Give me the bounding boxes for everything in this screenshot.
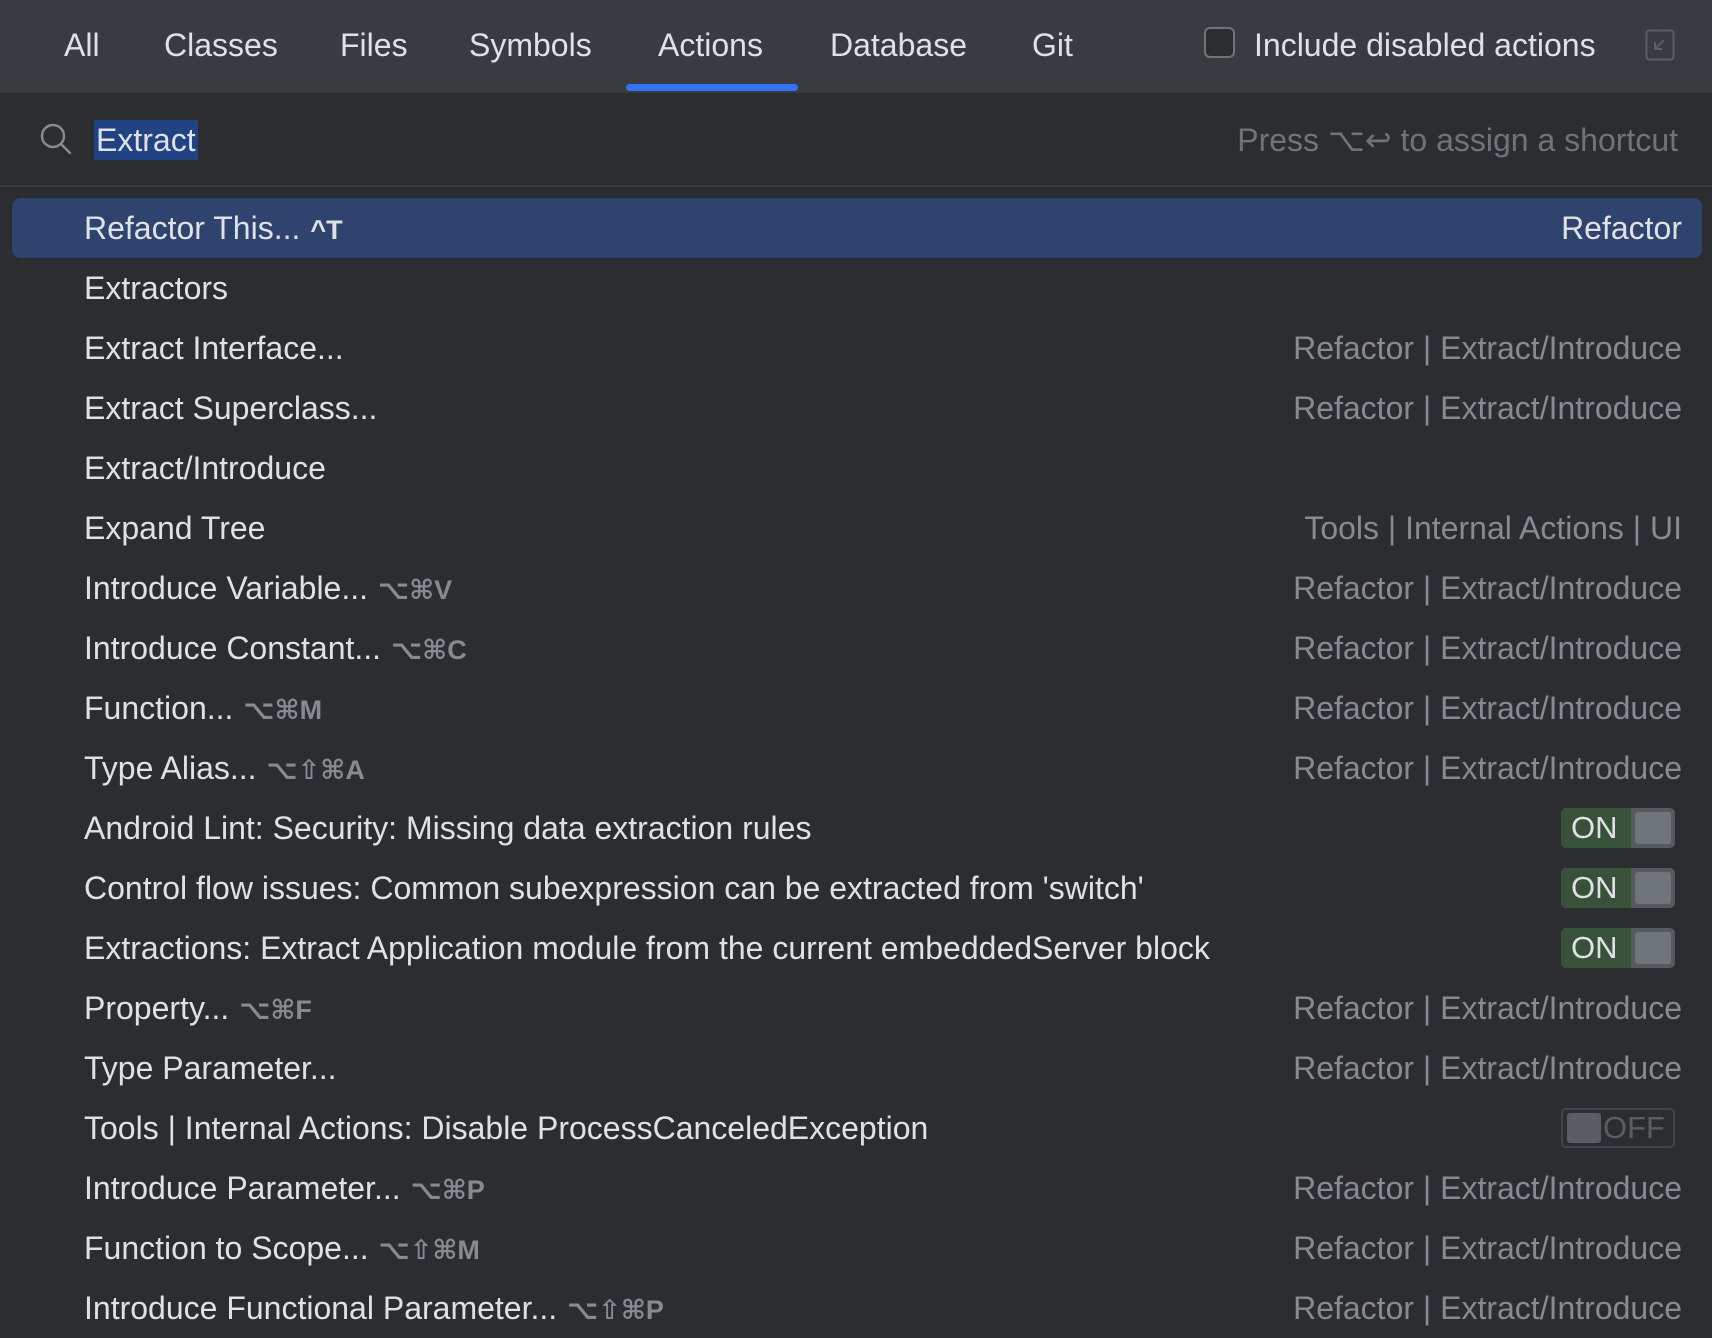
action-location: Refactor | Extract/Introduce xyxy=(1293,570,1682,606)
action-name: Extractors xyxy=(84,270,229,306)
tab-classes[interactable]: Classes xyxy=(164,0,278,93)
action-shortcut: ⌥⇧⌘A xyxy=(266,755,365,785)
list-item[interactable]: Extract Superclass... Refactor | Extract… xyxy=(12,378,1702,438)
action-name: Extract/Introduce xyxy=(84,450,326,486)
list-item[interactable]: Introduce Functional Parameter... ⌥⇧⌘P Re… xyxy=(12,1278,1702,1338)
option-toggle[interactable]: ON xyxy=(1561,868,1675,908)
action-shortcut: ⌥⌘M xyxy=(243,695,323,725)
list-item[interactable]: Control flow issues: Common subexpressio… xyxy=(12,858,1702,918)
active-tab-indicator xyxy=(626,84,798,91)
list-item[interactable]: Expand Tree Tools | Internal Actions | U… xyxy=(12,498,1702,558)
tab-all[interactable]: All xyxy=(64,0,100,93)
search-everywhere-popup: All Classes Files Symbols Actions Databa… xyxy=(0,0,1712,1338)
toggle-state: OFF xyxy=(1603,1110,1665,1145)
include-disabled-label[interactable]: Include disabled actions xyxy=(1254,0,1596,90)
tab-database[interactable]: Database xyxy=(830,0,967,93)
list-item[interactable]: Extractions: Extract Application module … xyxy=(12,918,1702,978)
action-shortcut: ⌥⇧⌘M xyxy=(378,1235,480,1265)
search-input[interactable]: Extract xyxy=(94,120,198,160)
action-location: Refactor | Extract/Introduce xyxy=(1293,750,1682,786)
tab-files[interactable]: Files xyxy=(340,0,408,93)
action-location: Refactor | Extract/Introduce xyxy=(1293,990,1682,1026)
action-name: Extractions: Extract Application module … xyxy=(84,930,1210,966)
list-item[interactable]: Function to Scope... ⌥⇧⌘M Refactor | Extr… xyxy=(12,1218,1702,1278)
action-shortcut: ⌥⌘F xyxy=(239,995,312,1025)
list-item[interactable]: Introduce Parameter... ⌥⌘P Refactor | Ext… xyxy=(12,1158,1702,1218)
action-location: Refactor | Extract/Introduce xyxy=(1293,1290,1682,1326)
list-item[interactable]: Tools | Internal Actions: Disable Proces… xyxy=(12,1098,1702,1158)
list-item[interactable]: Extractors xyxy=(12,258,1702,318)
action-shortcut: ⌥⇧⌘P xyxy=(567,1295,664,1325)
toggle-knob xyxy=(1567,1113,1601,1143)
action-shortcut: ⌥⌘P xyxy=(410,1175,485,1205)
list-item[interactable]: Android Lint: Security: Missing data ext… xyxy=(12,798,1702,858)
list-item[interactable]: Refactor This... ^T Refactor xyxy=(12,198,1702,258)
list-item[interactable]: Property... ⌥⌘F Refactor | Extract/Introd… xyxy=(12,978,1702,1038)
list-item[interactable]: Type Alias... ⌥⇧⌘A Refactor | Extract/Int… xyxy=(12,738,1702,798)
tab-git[interactable]: Git xyxy=(1032,0,1073,93)
list-item[interactable]: Introduce Variable... ⌥⌘V Refactor | Extr… xyxy=(12,558,1702,618)
option-toggle[interactable]: ON xyxy=(1561,928,1675,968)
toggle-knob xyxy=(1635,932,1671,964)
toggle-state: ON xyxy=(1561,808,1631,848)
tab-bar: All Classes Files Symbols Actions Databa… xyxy=(0,0,1712,93)
list-item[interactable]: Type Parameter... Refactor | Extract/Int… xyxy=(12,1038,1702,1098)
list-item[interactable]: Introduce Constant... ⌥⌘C Refactor | Extr… xyxy=(12,618,1702,678)
action-location: Refactor | Extract/Introduce xyxy=(1293,1230,1682,1266)
action-location: Refactor | Extract/Introduce xyxy=(1293,690,1682,726)
action-location: Refactor | Extract/Introduce xyxy=(1293,630,1682,666)
action-location: Refactor | Extract/Introduce xyxy=(1293,1170,1682,1206)
action-shortcut: ^T xyxy=(310,215,343,245)
tab-symbols[interactable]: Symbols xyxy=(469,0,592,93)
tab-actions[interactable]: Actions xyxy=(658,0,763,93)
shortcut-hint: Press ⌥↩ to assign a shortcut xyxy=(1237,122,1678,158)
action-name: Extract Superclass... xyxy=(84,390,378,426)
action-name: Introduce Parameter... ⌥⌘P xyxy=(84,1170,485,1206)
action-shortcut: ⌥⌘C xyxy=(391,635,467,665)
action-location: Refactor | Extract/Introduce xyxy=(1293,330,1682,366)
action-name: Introduce Functional Parameter... ⌥⇧⌘P xyxy=(84,1290,664,1326)
action-name: Tools | Internal Actions: Disable Proces… xyxy=(84,1110,929,1146)
list-item[interactable]: Function... ⌥⌘M Refactor | Extract/Introd… xyxy=(12,678,1702,738)
search-icon xyxy=(40,123,72,155)
action-name: Extract Interface... xyxy=(84,330,344,366)
action-name: Property... ⌥⌘F xyxy=(84,990,312,1026)
action-name: Type Parameter... xyxy=(84,1050,337,1086)
action-location: Refactor | Extract/Introduce xyxy=(1293,390,1682,426)
option-toggle[interactable]: OFF xyxy=(1561,1108,1675,1148)
option-toggle[interactable]: ON xyxy=(1561,808,1675,848)
open-in-tool-window-icon[interactable] xyxy=(1645,29,1675,61)
action-name: Function... ⌥⌘M xyxy=(84,690,323,726)
list-item[interactable]: Extract/Introduce xyxy=(12,438,1702,498)
action-shortcut: ⌥⌘V xyxy=(378,575,453,605)
action-name: Android Lint: Security: Missing data ext… xyxy=(84,810,812,846)
action-name: Control flow issues: Common subexpressio… xyxy=(84,870,1144,906)
toggle-state: ON xyxy=(1561,928,1631,968)
action-location: Refactor xyxy=(1561,210,1682,246)
action-name: Expand Tree xyxy=(84,510,266,546)
list-item[interactable]: Extract Interface... Refactor | Extract/… xyxy=(12,318,1702,378)
action-name: Refactor This... ^T xyxy=(84,210,343,246)
action-name: Introduce Variable... ⌥⌘V xyxy=(84,570,453,606)
action-name: Introduce Constant... ⌥⌘C xyxy=(84,630,467,666)
search-bar: Extract Press ⌥↩ to assign a shortcut xyxy=(0,93,1712,187)
action-name: Function to Scope... ⌥⇧⌘M xyxy=(84,1230,480,1266)
action-location: Refactor | Extract/Introduce xyxy=(1293,1050,1682,1086)
action-location: Tools | Internal Actions | UI xyxy=(1304,510,1682,546)
include-disabled-checkbox[interactable] xyxy=(1204,27,1235,58)
toggle-state: ON xyxy=(1561,868,1631,908)
toggle-knob xyxy=(1635,812,1671,844)
toggle-knob xyxy=(1635,872,1671,904)
action-name: Type Alias... ⌥⇧⌘A xyxy=(84,750,365,786)
